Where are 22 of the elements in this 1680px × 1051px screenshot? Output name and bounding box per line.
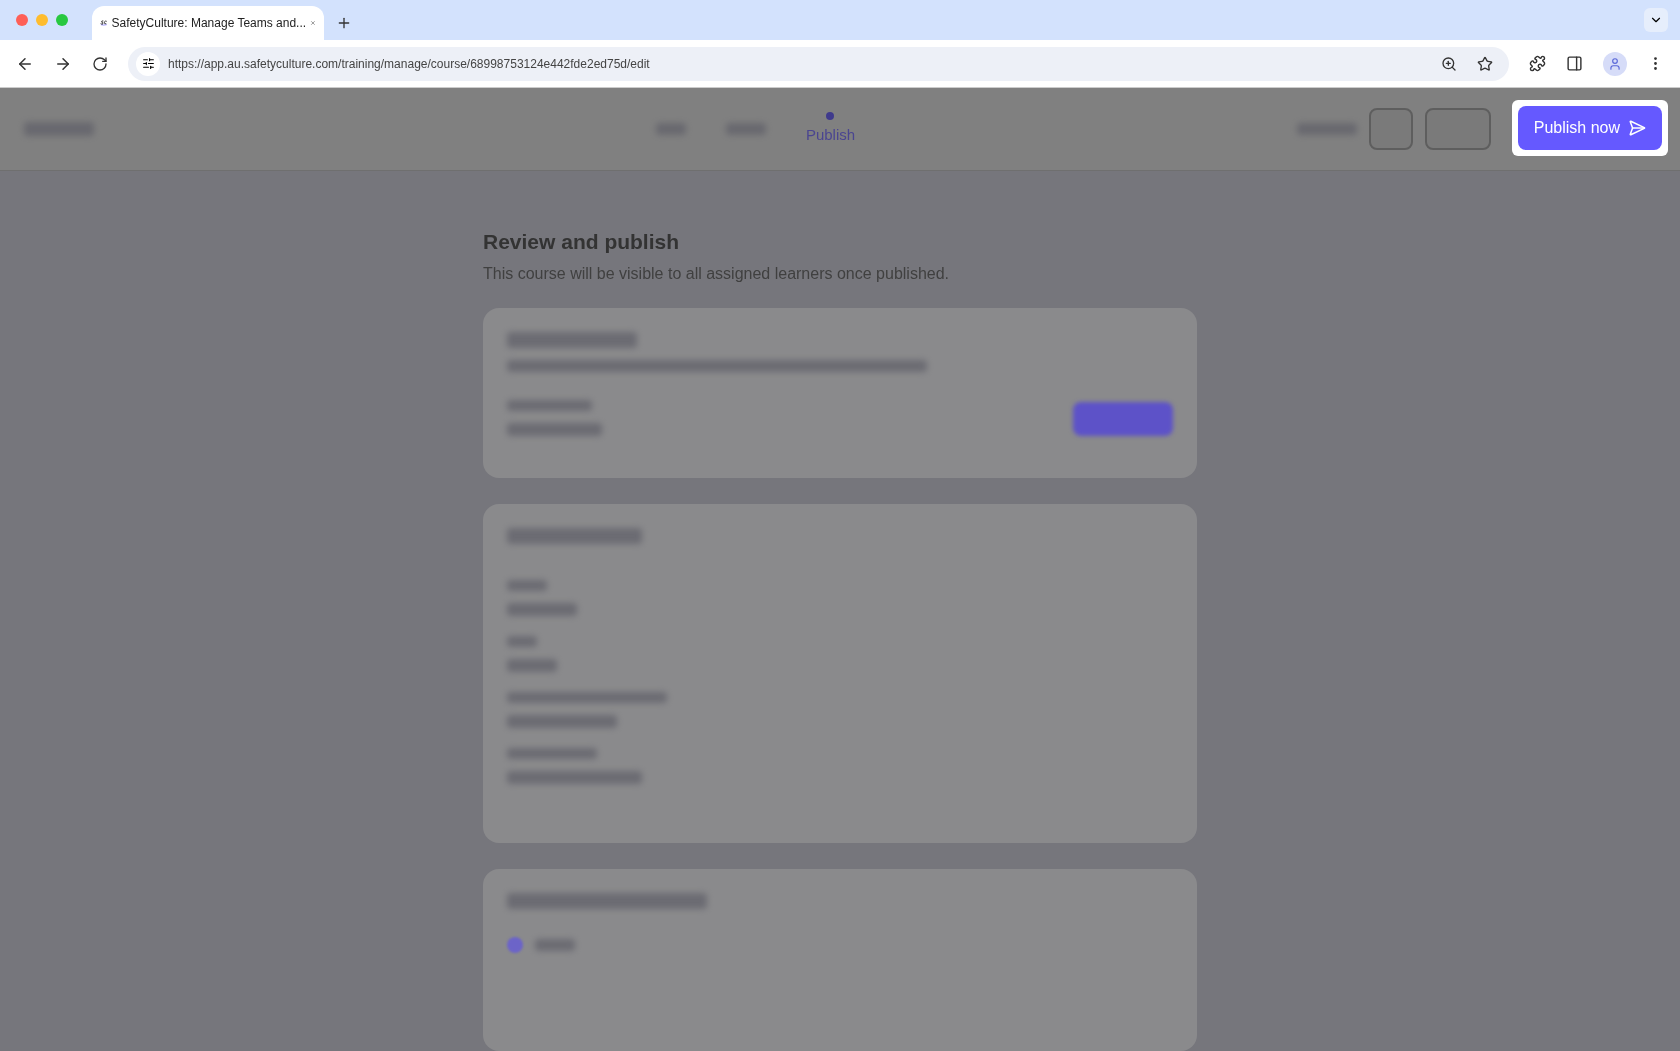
browser-tab[interactable]: SafetyCulture: Manage Teams and... [92,6,324,40]
radio-button[interactable] [507,937,523,954]
publish-now-button[interactable]: Publish now [1517,106,1662,150]
page-title: Review and publish [483,229,681,255]
reload-icon[interactable] [92,55,108,72]
blurred-text [535,939,575,952]
extensions-icon[interactable] [1529,55,1546,72]
blurred-text [507,635,537,647]
new-tab-icon[interactable] [336,15,352,31]
side-panel-icon[interactable] [1566,55,1583,72]
blurred-text [507,579,547,591]
profile-avatar[interactable] [1603,51,1627,76]
url-text: https://app.au.safetyculture.com/training/manage/course/68998753124e442fde2ed75d/edit [168,55,651,73]
send-icon [1628,119,1646,137]
site-settings-icon[interactable] [141,57,155,70]
page-subtitle: This course will be visible to all assigned learners once published. [483,263,951,284]
tab-title: SafetyCulture: Manage Teams and... [111,15,307,32]
blurred-text [507,658,557,672]
blurred-text [507,602,577,616]
zoom-icon[interactable] [1441,55,1457,72]
address-bar[interactable]: https://app.au.safetyculture.com/training/manage/course/68998753124e442fde2ed75d/edit [128,46,1509,81]
bookmark-icon[interactable] [1477,55,1493,72]
